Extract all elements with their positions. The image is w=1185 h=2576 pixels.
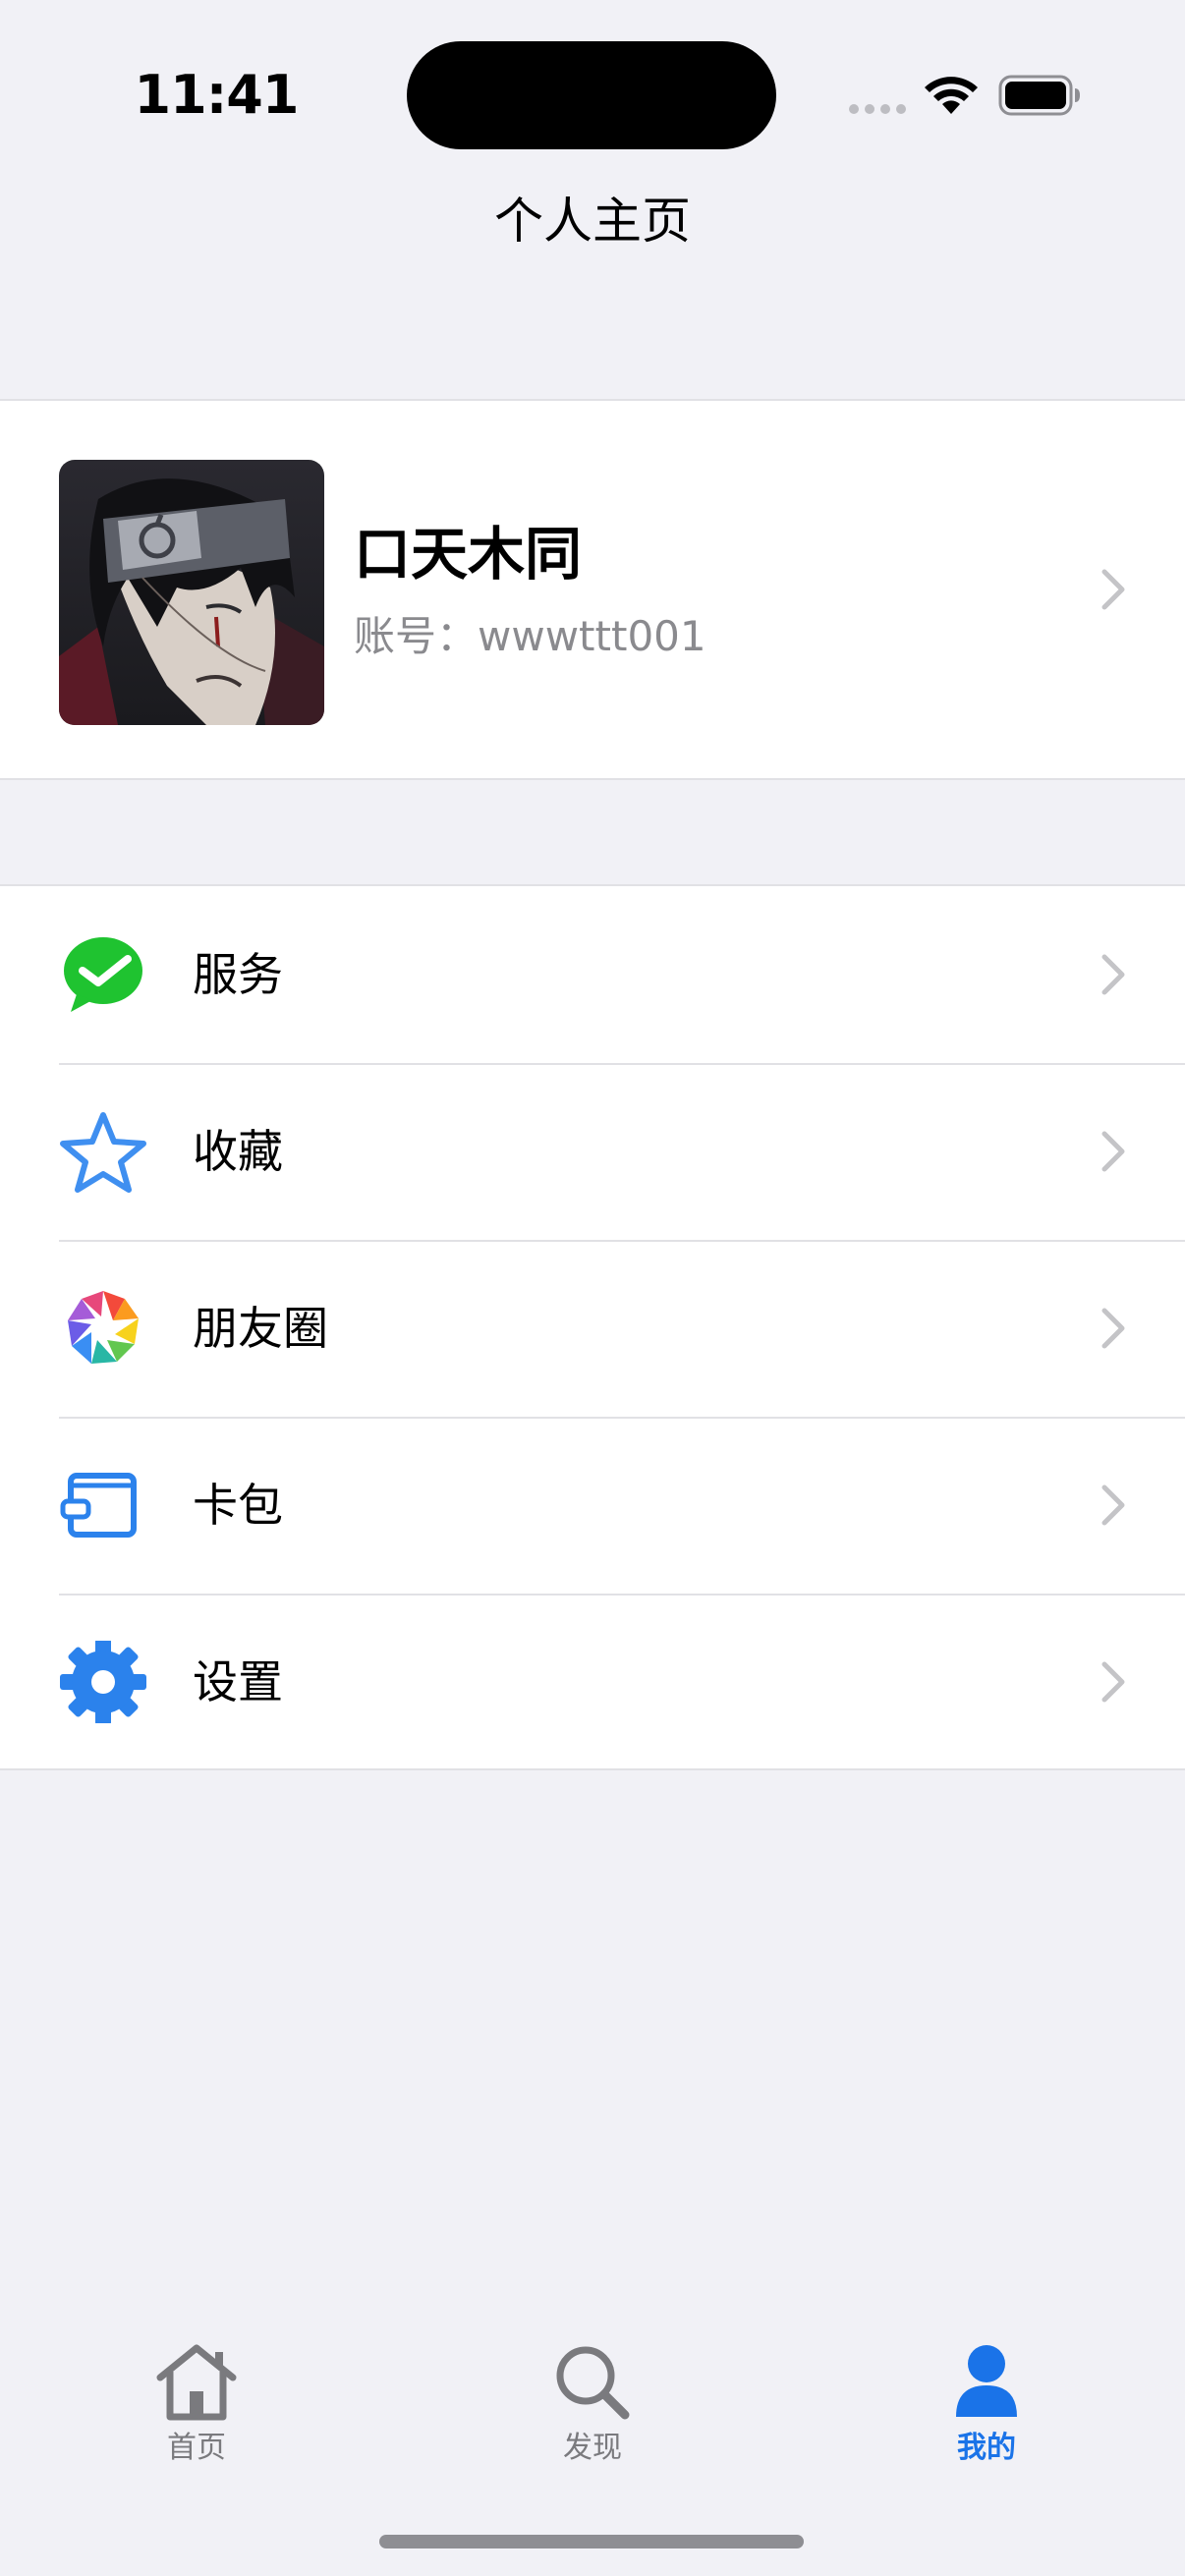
profile-screen: 11:41 个人主页 口天木同 账号：wwwttt001 服务 收藏 朋友圈 卡…	[0, 0, 1185, 2576]
dynamic-island	[407, 41, 776, 149]
aperture-icon	[68, 1291, 139, 1364]
wechat-check-icon	[64, 937, 142, 1012]
profile-name: 口天木同	[354, 521, 583, 588]
menu-item-label: 收藏	[193, 1125, 283, 1178]
profile-card[interactable]: 口天木同 账号：wwwttt001	[0, 399, 1185, 780]
menu-item-moments[interactable]: 朋友圈	[0, 1240, 1185, 1417]
menu-item-card-wallet[interactable]: 卡包	[0, 1417, 1185, 1594]
chevron-right-icon	[1101, 1661, 1125, 1703]
menu-item-label: 设置	[193, 1655, 283, 1708]
wallet-icon	[60, 1473, 137, 1538]
profile-account-id: 账号：wwwttt001	[354, 612, 706, 660]
tab-label: 首页	[167, 2431, 226, 2465]
menu-item-services[interactable]: 服务	[0, 886, 1185, 1063]
chevron-right-icon	[1101, 954, 1125, 995]
home-icon	[156, 2344, 237, 2421]
menu-list: 服务 收藏 朋友圈 卡包 设置	[0, 884, 1185, 1770]
person-icon	[956, 2345, 1017, 2417]
chevron-right-icon	[1101, 569, 1125, 610]
page-title: 个人主页	[494, 193, 691, 250]
menu-item-label: 朋友圈	[193, 1302, 328, 1355]
tab-discover[interactable]: 发现	[494, 2340, 691, 2488]
chevron-right-icon	[1101, 1308, 1125, 1349]
status-time: 11:41	[134, 64, 300, 126]
battery-icon	[998, 75, 1080, 116]
cellular-signal-icon	[849, 104, 908, 116]
avatar-image	[59, 460, 324, 725]
menu-item-favorites[interactable]: 收藏	[0, 1063, 1185, 1240]
tab-label: 发现	[563, 2431, 622, 2465]
menu-item-settings[interactable]: 设置	[0, 1594, 1185, 1770]
wifi-icon	[925, 77, 978, 114]
tab-me[interactable]: 我的	[888, 2340, 1085, 2488]
tab-home[interactable]: 首页	[98, 2340, 295, 2488]
star-icon	[60, 1112, 146, 1193]
tab-bar: 首页 发现 我的	[0, 2319, 1185, 2495]
menu-item-label: 服务	[193, 948, 283, 1001]
status-bar: 11:41	[0, 0, 1185, 157]
menu-item-label: 卡包	[193, 1479, 283, 1532]
gear-icon	[60, 1641, 146, 1723]
search-icon	[556, 2346, 630, 2420]
chevron-right-icon	[1101, 1131, 1125, 1172]
chevron-right-icon	[1101, 1484, 1125, 1526]
tab-label: 我的	[957, 2431, 1016, 2465]
home-indicator	[379, 2535, 804, 2548]
avatar[interactable]	[59, 460, 324, 725]
